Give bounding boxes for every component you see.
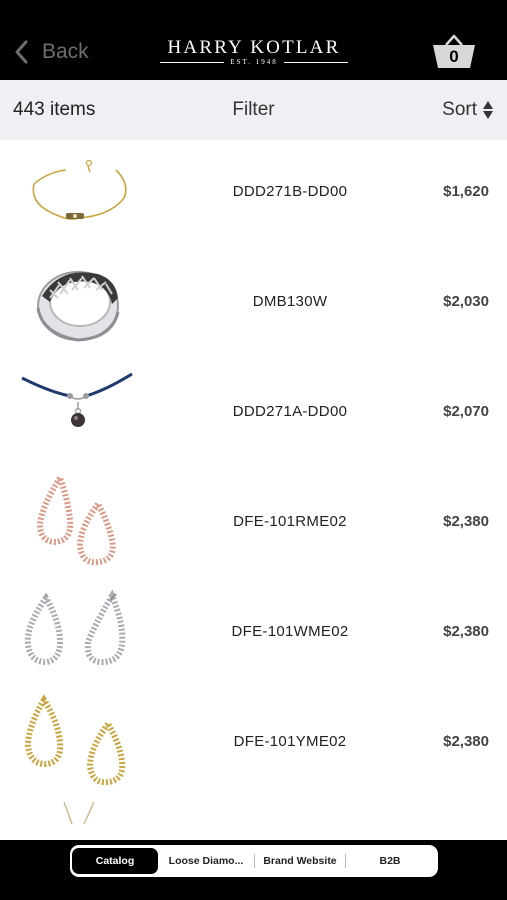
brand-logo: HARRY KOTLAR EST. 1948 bbox=[160, 38, 348, 67]
product-price: $1,620 bbox=[443, 183, 489, 200]
tab-brand-website[interactable]: Brand Website bbox=[255, 848, 345, 874]
product-sku: DDD271A-DD00 bbox=[232, 403, 348, 420]
bottom-tab-bar: Catalog Loose Diamo... Brand Website B2B bbox=[0, 840, 507, 900]
sort-arrows-icon bbox=[483, 101, 493, 119]
product-price: $2,380 bbox=[443, 623, 489, 640]
product-row[interactable]: DFE-101RME02 $2,380 bbox=[0, 470, 507, 580]
list-toolbar: 443 items Filter Sort bbox=[0, 80, 507, 140]
chevron-left-icon bbox=[14, 40, 28, 64]
tab-catalog[interactable]: Catalog bbox=[72, 848, 158, 874]
product-row[interactable]: DDD271B-DD00 $1,620 bbox=[0, 140, 507, 250]
product-row[interactable]: DDD271A-DD00 $2,070 bbox=[0, 360, 507, 470]
back-button[interactable]: Back bbox=[14, 36, 89, 68]
product-price: $2,380 bbox=[443, 733, 489, 750]
product-sku: DDD271B-DD00 bbox=[232, 183, 348, 200]
app-header: Back HARRY KOTLAR EST. 1948 0 bbox=[0, 0, 507, 80]
cart-count: 0 bbox=[449, 47, 459, 66]
back-label: Back bbox=[42, 40, 89, 63]
rose-gold-earrings-image bbox=[20, 471, 136, 578]
sort-button[interactable]: Sort bbox=[442, 99, 493, 121]
product-sku: DMB130W bbox=[252, 293, 328, 310]
product-list[interactable]: DDD271B-DD00 $1,620 DMB130W $2,030 DDD27… bbox=[0, 140, 507, 840]
sort-label: Sort bbox=[442, 99, 477, 120]
product-row[interactable]: DFE-101WME02 $2,380 bbox=[0, 580, 507, 690]
product-price: $2,030 bbox=[443, 293, 489, 310]
white-gold-earrings-image bbox=[20, 582, 136, 688]
segmented-control: Catalog Loose Diamo... Brand Website B2B bbox=[70, 845, 438, 877]
band-ring-image bbox=[20, 252, 136, 358]
brand-name: HARRY KOTLAR bbox=[167, 37, 341, 58]
filter-button[interactable]: Filter bbox=[232, 99, 274, 120]
product-row[interactable]: DFE-101YME02 $2,380 bbox=[0, 690, 507, 800]
cord-pendant-image bbox=[20, 362, 136, 468]
product-row[interactable]: DMB130W $2,030 bbox=[0, 250, 507, 360]
necklace-image bbox=[20, 801, 136, 840]
product-sku: DFE-101WME02 bbox=[231, 623, 349, 640]
brand-subtitle: EST. 1948 bbox=[230, 58, 278, 66]
item-count: 443 items bbox=[13, 99, 96, 120]
product-sku: DFE-101RME02 bbox=[233, 513, 347, 530]
tab-b2b[interactable]: B2B bbox=[346, 848, 434, 874]
yellow-gold-earrings-image bbox=[20, 692, 136, 798]
product-price: $2,380 bbox=[443, 513, 489, 530]
tab-loose-diamonds[interactable]: Loose Diamo... bbox=[158, 848, 254, 874]
product-sku: DFE-101YME02 bbox=[233, 733, 347, 750]
product-row-partial[interactable] bbox=[0, 800, 507, 840]
product-price: $2,070 bbox=[443, 403, 489, 420]
gold-bracelet-image bbox=[20, 142, 136, 248]
brand-subtitle-row: EST. 1948 bbox=[160, 58, 348, 67]
cart-button[interactable]: 0 bbox=[430, 33, 478, 69]
